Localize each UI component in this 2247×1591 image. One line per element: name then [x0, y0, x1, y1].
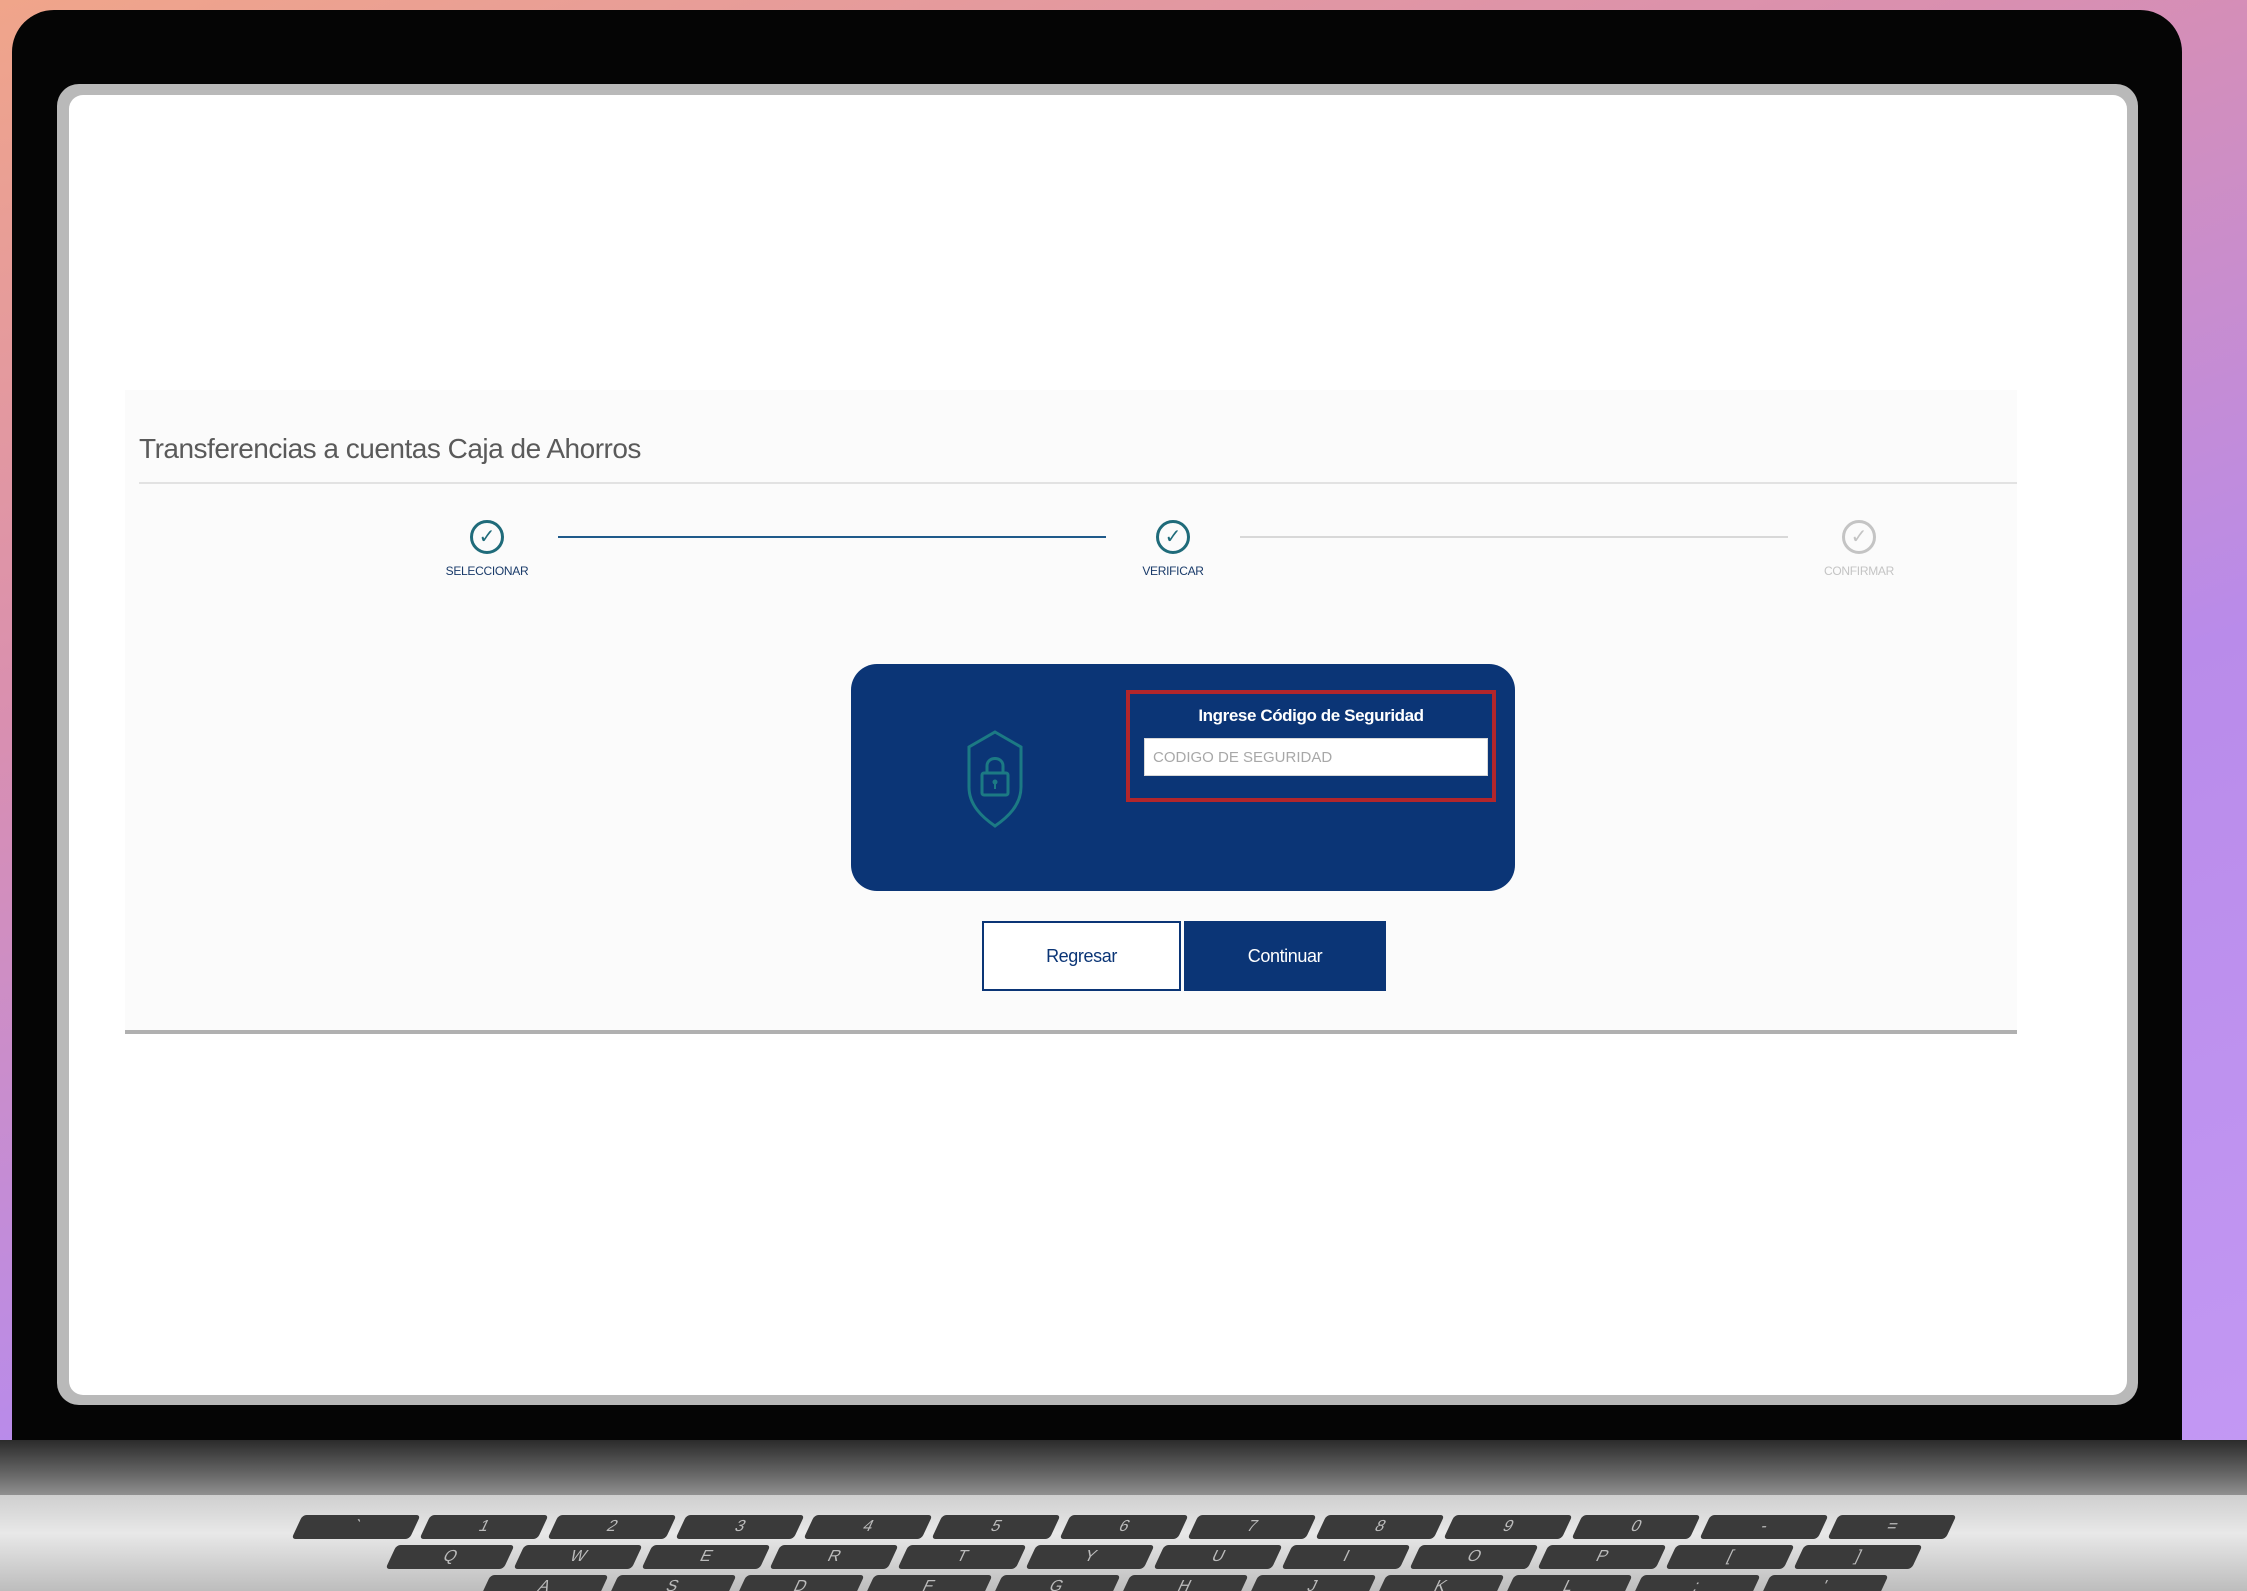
step-verificar: ✓ VERIFICAR	[1113, 520, 1233, 578]
security-code-label: Ingrese Código de Seguridad	[1198, 706, 1424, 725]
keyboard-key: 5	[930, 1515, 1061, 1539]
check-circle-icon: ✓	[1842, 520, 1876, 554]
check-circle-icon: ✓	[1156, 520, 1190, 554]
step-seleccionar: ✓ SELECCIONAR	[427, 520, 547, 578]
step-confirmar: ✓ CONFIRMAR	[1799, 520, 1919, 578]
keyboard-key: Q	[384, 1545, 515, 1569]
keyboard-key: ]	[1792, 1545, 1923, 1569]
keyboard-key: H	[1118, 1575, 1249, 1591]
keyboard-key: A	[478, 1575, 609, 1591]
keyboard-key: =	[1826, 1515, 1957, 1539]
keyboard-key: D	[734, 1575, 865, 1591]
keyboard-key: W	[512, 1545, 643, 1569]
browser-viewport: Transferencias a cuentas Caja de Ahorros…	[69, 95, 2127, 1395]
security-code-card: Ingrese Código de Seguridad	[851, 664, 1515, 891]
keyboard-key: 2	[546, 1515, 677, 1539]
keyboard-key: '	[1758, 1575, 1889, 1591]
step-label: VERIFICAR	[1142, 564, 1204, 578]
security-code-highlight: Ingrese Código de Seguridad	[1126, 690, 1496, 802]
keyboard-key: U	[1152, 1545, 1283, 1569]
keyboard-key: P	[1536, 1545, 1667, 1569]
keyboard-key: 4	[802, 1515, 933, 1539]
keyboard-key: G	[990, 1575, 1121, 1591]
bottom-divider	[125, 1030, 2017, 1034]
keyboard-key: Y	[1024, 1545, 1155, 1569]
keyboard-key: R	[768, 1545, 899, 1569]
page-title: Transferencias a cuentas Caja de Ahorros	[139, 433, 641, 464]
laptop-hinge	[0, 1440, 2247, 1500]
keyboard-key: I	[1280, 1545, 1411, 1569]
keyboard-key: 6	[1058, 1515, 1189, 1539]
security-code-input[interactable]	[1144, 738, 1488, 776]
stepper-line-1	[558, 536, 1106, 538]
keyboard-key: 8	[1314, 1515, 1445, 1539]
keyboard-key: S	[606, 1575, 737, 1591]
keyboard-row: A S D F G H J K L; '	[60, 1575, 2247, 1591]
step-label: SELECCIONAR	[445, 564, 529, 578]
keyboard-row: ` 1 2 3 4 5 6 7 8 9 0- =	[0, 1515, 2247, 1541]
keyboard-key: J	[1246, 1575, 1377, 1591]
keyboard-key: O	[1408, 1545, 1539, 1569]
continue-button[interactable]: Continuar	[1184, 921, 1386, 991]
laptop-keyboard: ` 1 2 3 4 5 6 7 8 9 0- = Q W E R T Y U I O P[] A S D F G H J K L; '	[0, 1495, 2247, 1591]
keyboard-key: L	[1502, 1575, 1633, 1591]
keyboard-key: T	[896, 1545, 1027, 1569]
keyboard-key: 1	[418, 1515, 549, 1539]
keyboard-key: 9	[1442, 1515, 1573, 1539]
keyboard-key: 7	[1186, 1515, 1317, 1539]
step-label: CONFIRMAR	[1824, 564, 1894, 578]
title-divider	[139, 482, 2017, 484]
stepper-line-2	[1240, 536, 1788, 538]
shield-lock-icon	[967, 730, 1023, 828]
keyboard-key: E	[640, 1545, 771, 1569]
keyboard-key: `	[290, 1515, 421, 1539]
keyboard-key: [	[1664, 1545, 1795, 1569]
keyboard-row: Q W E R T Y U I O P[]	[30, 1545, 2247, 1571]
keyboard-key: ;	[1630, 1575, 1761, 1591]
keyboard-key: F	[862, 1575, 993, 1591]
back-button[interactable]: Regresar	[982, 921, 1181, 991]
keyboard-key: K	[1374, 1575, 1505, 1591]
keyboard-key: 0	[1570, 1515, 1701, 1539]
keyboard-key: 3	[674, 1515, 805, 1539]
keyboard-key: -	[1698, 1515, 1829, 1539]
check-circle-icon: ✓	[470, 520, 504, 554]
